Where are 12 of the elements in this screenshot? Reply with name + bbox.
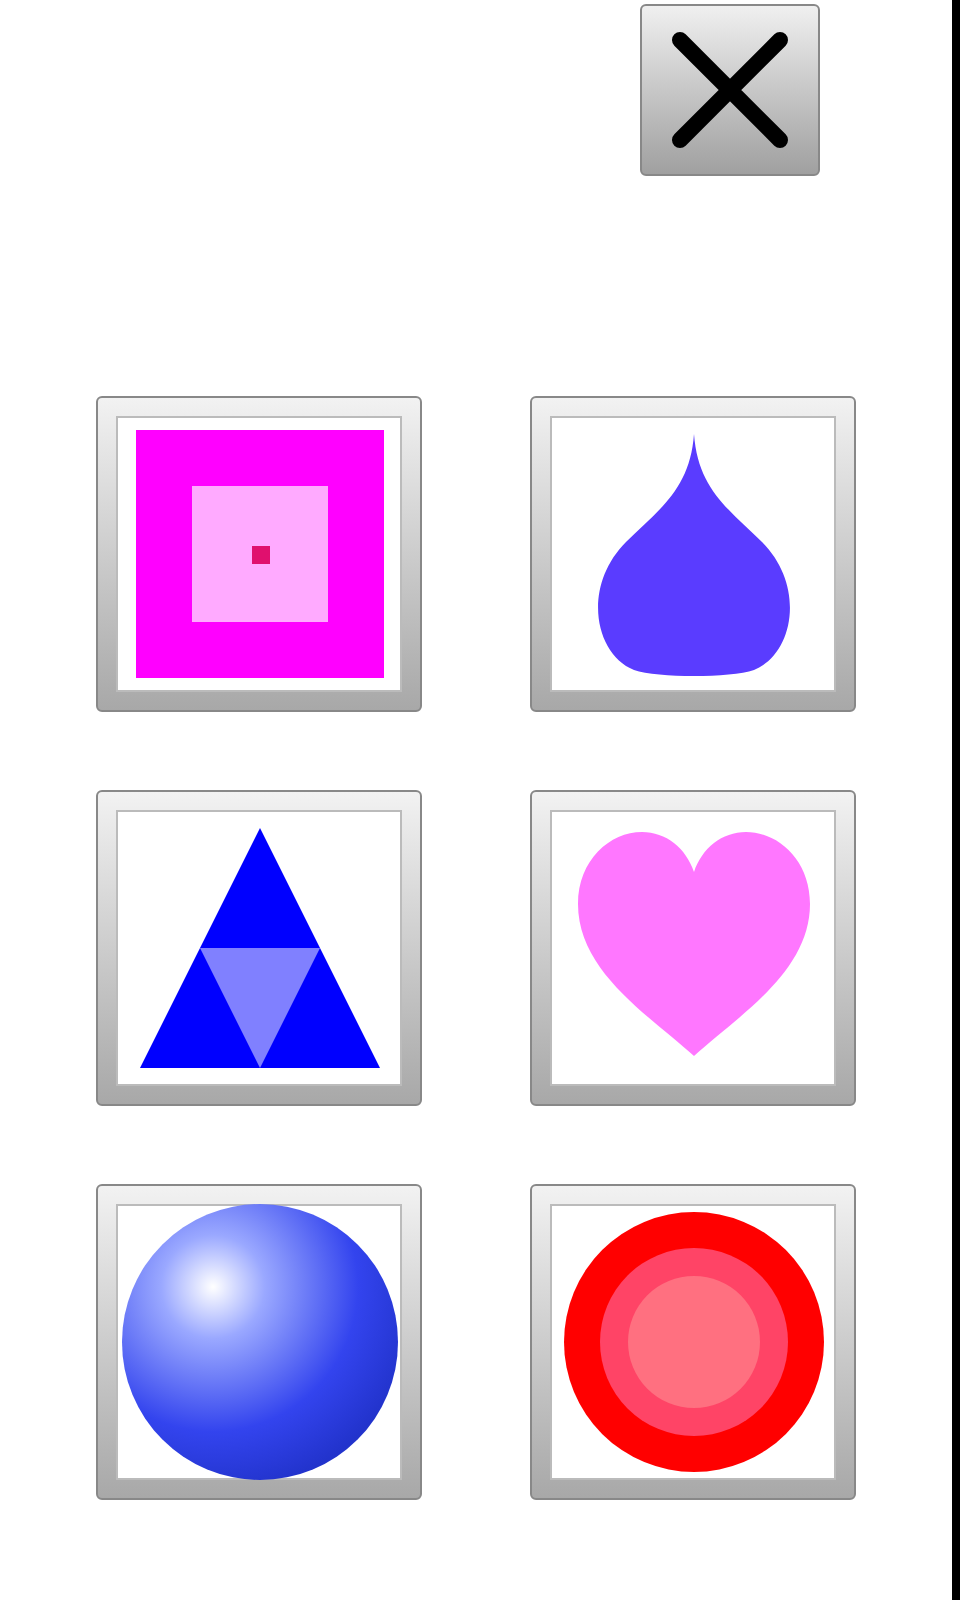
shape-button[interactable] [96, 1184, 422, 1500]
close-button[interactable] [640, 4, 820, 176]
shape-button[interactable] [530, 396, 856, 712]
shape-button[interactable] [96, 396, 422, 712]
square-icon [135, 430, 383, 678]
close-icon [668, 28, 792, 152]
shape-button[interactable] [96, 790, 422, 1106]
shape-button[interactable] [530, 1184, 856, 1500]
ring-icon [561, 1210, 825, 1474]
triangle-icon [135, 824, 383, 1072]
shape-button[interactable] [530, 790, 856, 1106]
sphere-icon [119, 1202, 399, 1482]
